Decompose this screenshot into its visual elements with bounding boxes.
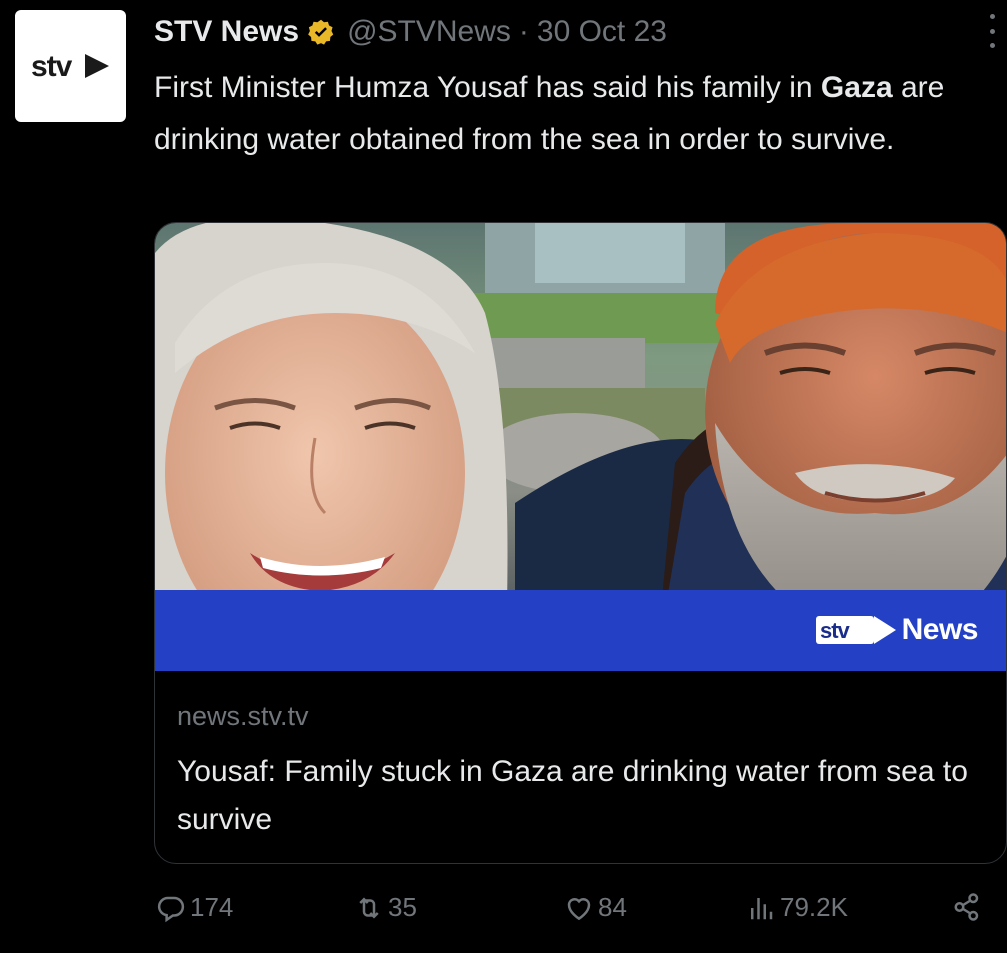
reply-button[interactable]: 174	[156, 892, 233, 923]
views-button[interactable]: 79.2K	[746, 892, 848, 923]
like-count: 84	[598, 892, 627, 922]
card-title[interactable]: Yousaf: Family stuck in Gaza are drinkin…	[177, 748, 977, 844]
reply-icon	[157, 896, 185, 922]
tweet-text-part: First Minister Humza Yousaf has said his…	[154, 71, 821, 104]
author-name[interactable]: STV News	[154, 15, 299, 49]
card-banner: stv News	[155, 590, 1006, 671]
views-count: 79.2K	[780, 892, 848, 922]
views-icon	[751, 897, 773, 919]
author-handle[interactable]: @STVNews	[347, 15, 511, 49]
repost-icon	[359, 896, 379, 919]
reply-count: 174	[190, 892, 234, 922]
stv-banner-logo-icon: stv	[815, 616, 896, 644]
header-separator: ·	[518, 15, 529, 48]
repost-button[interactable]: 35	[354, 892, 417, 923]
author-avatar[interactable]: stv	[15, 10, 126, 122]
share-icon	[954, 893, 979, 921]
link-card[interactable]: stv News news.stv.tv Yousaf: Family stuc…	[154, 222, 1007, 864]
banner-logo-text: stv	[820, 618, 851, 643]
like-icon	[567, 897, 591, 920]
more-options-icon[interactable]	[985, 14, 999, 48]
tweet-text: First Minister Humza Yousaf has said his…	[154, 62, 994, 166]
tweet-date[interactable]: 30 Oct 23	[537, 15, 667, 49]
card-domain: news.stv.tv	[177, 701, 309, 731]
repost-count: 35	[388, 892, 417, 922]
like-button[interactable]: 84	[564, 892, 627, 923]
verified-badge-icon[interactable]	[307, 18, 335, 46]
tweet-header: STV News @STVNews · 30 Oct 23	[154, 12, 1007, 52]
stv-logo-icon: stv	[31, 50, 109, 83]
share-button[interactable]	[952, 892, 986, 922]
logo-text: stv	[31, 50, 73, 83]
action-bar: 174 35 84 79.2K	[154, 892, 1007, 936]
banner-brand-text: News	[901, 613, 979, 646]
tweet-text-bold: Gaza	[820, 71, 893, 104]
banner-logo: stv News	[815, 610, 979, 650]
